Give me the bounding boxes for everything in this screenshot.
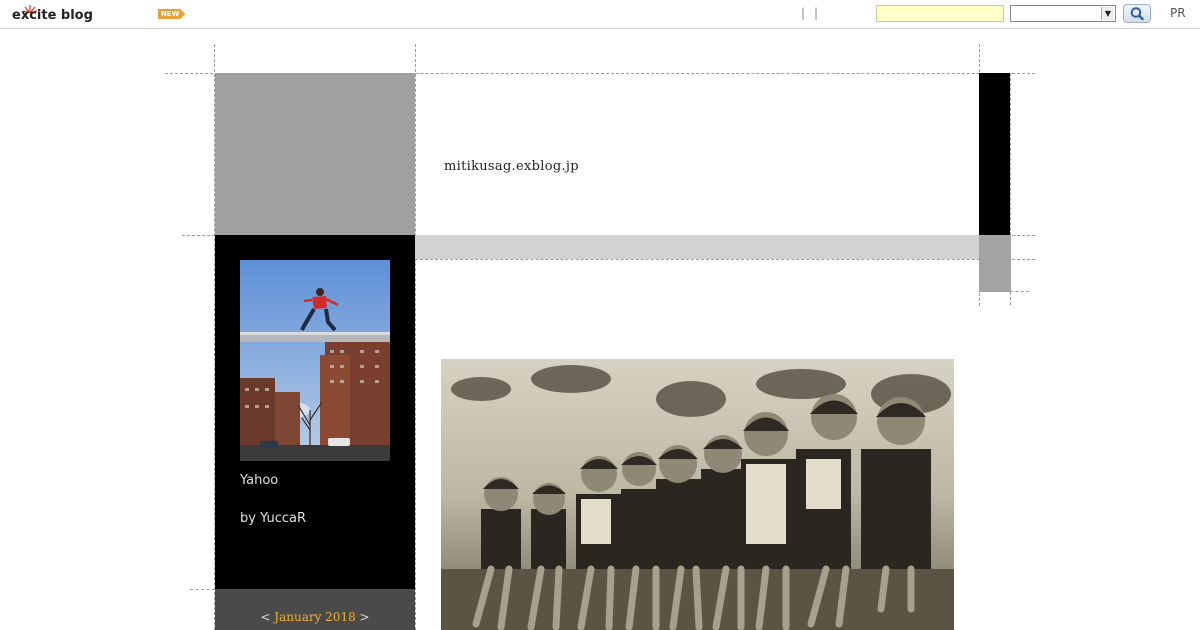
current-month-link[interactable]: January 2018 — [274, 610, 355, 624]
calendar-header: < January 2018 > — [215, 610, 415, 624]
separator: | — [814, 6, 819, 20]
profile-author: by YuccaR — [240, 511, 307, 526]
post-photo[interactable] — [441, 359, 954, 630]
children-group-photo — [441, 359, 954, 630]
profile-name: Yahoo — [240, 473, 279, 488]
blog-title[interactable]: mitikusag.exblog.jp — [444, 159, 579, 174]
header-right-accent — [979, 73, 1010, 235]
top-bar: excite blog NEW | | ▼ PR — [0, 0, 1200, 29]
dropdown-arrow-icon[interactable]: ▼ — [1101, 7, 1114, 20]
header-band — [415, 235, 979, 259]
guide-line — [190, 589, 215, 590]
prev-month-link[interactable]: < — [260, 610, 270, 624]
guide-line — [415, 259, 1035, 260]
search-scope-select[interactable]: ▼ — [1010, 5, 1116, 22]
pr-label: PR — [1170, 6, 1186, 20]
calendar-nav: < January 2018 > — [215, 589, 415, 630]
excite-blog-logo[interactable]: excite blog — [10, 3, 102, 25]
logo-text: excite blog — [12, 8, 93, 23]
profile-photo — [240, 260, 390, 461]
separator: | — [801, 6, 806, 20]
guide-line — [415, 44, 416, 630]
header-right-accent-lower — [979, 235, 1011, 292]
search-input[interactable] — [876, 5, 1004, 22]
header-left-block — [215, 73, 415, 235]
magnifier-icon — [1130, 7, 1144, 21]
next-month-link[interactable]: > — [360, 610, 370, 624]
profile-image[interactable] — [240, 260, 390, 461]
search-button[interactable] — [1123, 4, 1151, 23]
new-badge[interactable]: NEW — [158, 9, 186, 19]
